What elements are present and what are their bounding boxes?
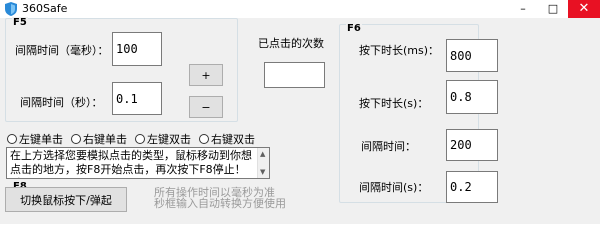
interval-ms-f6-label: 间隔时间：	[361, 140, 416, 153]
minimize-button[interactable]: –	[508, 0, 538, 18]
radio-right-double[interactable]: 右键双击	[199, 131, 255, 147]
maximize-button[interactable]: □	[538, 0, 568, 18]
usage-note-line2: 秒框输入自动转换方便使用	[154, 197, 286, 210]
radio-circle-icon[interactable]	[199, 134, 209, 144]
f6-group-label: F6	[346, 23, 362, 34]
scroll-up-arrow-icon[interactable]: ▲	[260, 150, 265, 158]
clicked-count-label: 已点击的次数	[258, 37, 324, 50]
radio-right-single-label: 右键单击	[83, 133, 127, 146]
press-ms-input[interactable]: 800	[446, 39, 498, 72]
toggle-press-release-button[interactable]: 切换鼠标按下/弹起	[5, 187, 127, 212]
f5-group-label: F5	[12, 17, 28, 28]
interval-s-input[interactable]: 0.1	[112, 82, 162, 115]
interval-ms-f6-input[interactable]: 200	[446, 129, 498, 161]
press-ms-label: 按下时长(ms)：	[359, 44, 440, 57]
interval-ms-label: 间隔时间（毫秒）：	[15, 44, 109, 57]
radio-left-single-label: 左键单击	[19, 133, 63, 146]
press-s-label: 按下时长(s)：	[359, 97, 429, 110]
click-type-radio-group: 左键单击 右键单击 左键双击 右键双击	[7, 131, 259, 147]
radio-circle-icon[interactable]	[71, 134, 81, 144]
instructions-text: 在上方选择您要模拟点击的类型，鼠标移动到你想点击的地方，按F8开始点击，再次按下…	[10, 149, 252, 178]
radio-right-single[interactable]: 右键单击	[71, 131, 127, 147]
title-bar: 360Safe – □ ✕	[0, 0, 600, 18]
instructions-textarea[interactable]: 在上方选择您要模拟点击的类型，鼠标移动到你想点击的地方，按F8开始点击，再次按下…	[6, 147, 270, 179]
close-button[interactable]: ✕	[568, 0, 600, 18]
radio-circle-icon[interactable]	[135, 134, 145, 144]
interval-s-f6-input[interactable]: 0.2	[446, 171, 498, 203]
usage-note: 所有操作时间以毫秒为准 秒框输入自动转换方便使用	[154, 187, 314, 209]
main-client-area: F5 间隔时间（毫秒）： 100 间隔时间（秒）： 0.1 + − 已点击的次数…	[0, 17, 600, 224]
minus-button[interactable]: −	[189, 96, 223, 118]
radio-circle-icon[interactable]	[7, 134, 17, 144]
interval-s-f6-label: 间隔时间(s)：	[359, 181, 429, 194]
scroll-down-arrow-icon[interactable]: ▼	[260, 168, 265, 176]
app-shield-icon	[5, 2, 17, 16]
radio-left-double-label: 左键双击	[147, 133, 191, 146]
press-s-input[interactable]: 0.8	[446, 80, 498, 114]
interval-ms-input[interactable]: 100	[112, 32, 162, 66]
plus-button[interactable]: +	[189, 64, 223, 86]
radio-left-single[interactable]: 左键单击	[7, 131, 63, 147]
radio-left-double[interactable]: 左键双击	[135, 131, 191, 147]
interval-s-label: 间隔时间（秒）：	[20, 96, 103, 109]
clicked-count-display	[264, 62, 325, 88]
window-title: 360Safe	[22, 2, 68, 15]
vertical-scrollbar[interactable]: ▲ ▼	[257, 148, 269, 178]
radio-right-double-label: 右键双击	[211, 133, 255, 146]
